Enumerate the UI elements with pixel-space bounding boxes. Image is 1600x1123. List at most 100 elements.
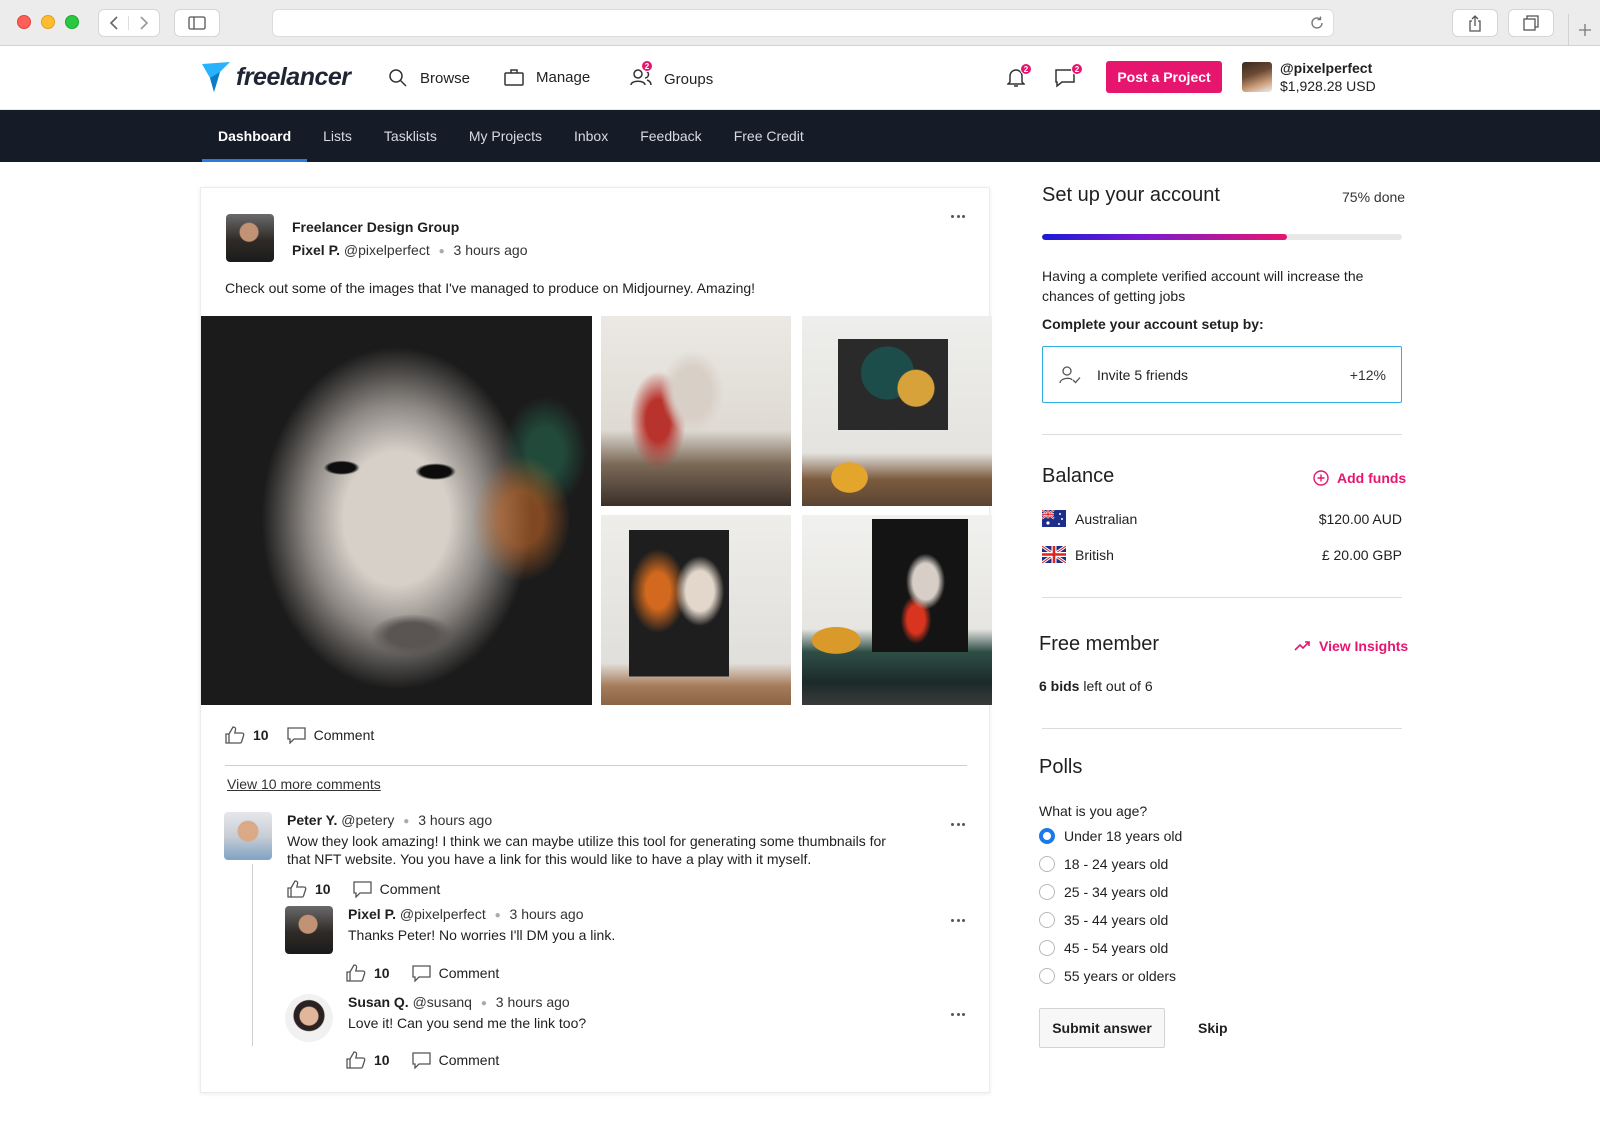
commenter-handle: @susanq [412, 994, 472, 1010]
address-bar[interactable] [272, 9, 1334, 37]
search-icon [389, 69, 407, 87]
commenter-name[interactable]: Peter Y. [287, 812, 337, 828]
comment-more-button[interactable] [947, 914, 969, 926]
radio[interactable] [1039, 968, 1055, 984]
post-meta: Freelancer Design Group Pixel P. @pixelp… [292, 214, 528, 262]
radio[interactable] [1039, 856, 1055, 872]
post-image-main[interactable] [201, 316, 592, 705]
commenter-name[interactable]: Susan Q. [348, 994, 409, 1010]
nav-groups[interactable]: 2 Groups [630, 60, 714, 90]
tab-dashboard[interactable]: Dashboard [202, 110, 308, 162]
maximize-window-button[interactable] [65, 15, 79, 29]
reload-button[interactable] [1309, 15, 1325, 36]
like-button[interactable]: 10 [346, 964, 390, 982]
comment-button[interactable]: Comment [352, 880, 440, 898]
messages-button[interactable]: 2 [1054, 63, 1083, 92]
post-project-button[interactable]: Post a Project [1106, 61, 1222, 93]
comment-button[interactable]: Comment [286, 726, 374, 744]
post-more-button[interactable] [947, 210, 969, 222]
comment-more-button[interactable] [947, 1008, 969, 1020]
membership-title: Free member [1039, 633, 1160, 655]
view-insights-link[interactable]: View Insights [1294, 638, 1408, 654]
comment-more-button[interactable] [947, 818, 969, 830]
tab-tasklists[interactable]: Tasklists [368, 110, 453, 162]
commenter-avatar[interactable] [224, 812, 272, 860]
nav-browse[interactable]: Browse [388, 68, 470, 88]
poll-option-label: 35 - 44 years old [1064, 912, 1169, 928]
view-more-comments-link[interactable]: View 10 more comments [227, 776, 381, 792]
add-funds-button[interactable]: Add funds [1313, 470, 1406, 486]
australia-flag-icon [1042, 510, 1066, 527]
poll-question: What is you age? [1039, 803, 1148, 819]
comment-body: Pixel P. @pixelperfect ● 3 hours ago Tha… [348, 906, 615, 954]
bell-icon-wrap: 2 [1006, 63, 1032, 92]
radio[interactable] [1039, 940, 1055, 956]
poll-option[interactable]: 55 years or olders [1039, 968, 1176, 984]
comment-button[interactable]: Comment [411, 964, 499, 982]
invite-friends-task[interactable]: Invite 5 friends +12% [1042, 346, 1402, 403]
setup-subtitle: Complete your account setup by: [1042, 316, 1264, 332]
skip-button[interactable]: Skip [1198, 1020, 1228, 1036]
poll-option-label: Under 18 years old [1064, 828, 1183, 844]
author-handle: @pixelperfect [343, 242, 430, 258]
tab-lists[interactable]: Lists [307, 110, 368, 162]
submit-answer-button[interactable]: Submit answer [1039, 1008, 1165, 1048]
poll-option[interactable]: Under 18 years old [1039, 828, 1182, 844]
briefcase-icon [504, 69, 524, 86]
tab-inbox[interactable]: Inbox [558, 110, 624, 162]
comment-time: 3 hours ago [509, 906, 584, 922]
like-button[interactable]: 10 [287, 880, 331, 898]
messages-badge: 2 [1071, 63, 1083, 75]
setup-progress-label: 75% done [1342, 189, 1406, 205]
back-button[interactable] [99, 16, 129, 30]
bird-logo-icon [202, 62, 230, 92]
post-image-5[interactable] [802, 515, 992, 705]
user-menu[interactable]: @pixelperfect $1,928.28 USD [1242, 60, 1376, 94]
nav-groups-label: Groups [664, 70, 714, 88]
tab-my-projects[interactable]: My Projects [453, 110, 558, 162]
new-tab-button[interactable] [1568, 14, 1600, 46]
commenter-avatar[interactable] [285, 906, 333, 954]
share-button[interactable] [1452, 9, 1498, 37]
comment-body: Susan Q. @susanq ● 3 hours ago Love it! … [348, 994, 586, 1042]
author-name[interactable]: Pixel P. [292, 242, 340, 258]
poll-option-label: 18 - 24 years old [1064, 856, 1169, 872]
poll-option[interactable]: 45 - 54 years old [1039, 940, 1168, 956]
poll-option[interactable]: 25 - 34 years old [1039, 884, 1168, 900]
post-image-3[interactable] [802, 316, 992, 506]
post-image-4[interactable] [601, 515, 791, 705]
comment-text: Wow they look amazing! I think we can ma… [287, 832, 886, 868]
avatar [1242, 62, 1272, 92]
commenter-name[interactable]: Pixel P. [348, 906, 396, 922]
forward-button[interactable] [129, 16, 159, 30]
tab-feedback[interactable]: Feedback [624, 110, 717, 162]
tab-free-credit[interactable]: Free Credit [718, 110, 820, 162]
group-name[interactable]: Freelancer Design Group [292, 219, 528, 235]
like-button[interactable]: 10 [346, 1051, 390, 1069]
post-image-2[interactable] [601, 316, 791, 506]
like-button[interactable]: 10 [225, 726, 269, 744]
user-check-icon [1059, 365, 1081, 383]
nav-manage[interactable]: Manage [504, 68, 590, 86]
thumbs-up-icon [287, 880, 307, 898]
post-byline: Pixel P. @pixelperfect ● 3 hours ago [292, 242, 528, 258]
author-avatar[interactable] [226, 214, 274, 262]
close-window-button[interactable] [17, 15, 31, 29]
poll-option-label: 45 - 54 years old [1064, 940, 1169, 956]
balance-row: British £ 20.00 GBP [1042, 546, 1402, 563]
poll-option[interactable]: 18 - 24 years old [1039, 856, 1168, 872]
poll-option[interactable]: 35 - 44 years old [1039, 912, 1168, 928]
tabs-overview-button[interactable] [1508, 9, 1554, 37]
separator-dot: ● [403, 815, 410, 827]
comment-button[interactable]: Comment [411, 1051, 499, 1069]
radio[interactable] [1039, 912, 1055, 928]
minimize-window-button[interactable] [41, 15, 55, 29]
freelancer-logo[interactable]: freelancer [200, 60, 351, 94]
comment-meta: Susan Q. @susanq ● 3 hours ago [348, 994, 586, 1010]
radio[interactable] [1039, 884, 1055, 900]
notifications-badge: 2 [1020, 63, 1032, 75]
sidebar-toggle-button[interactable] [174, 9, 220, 37]
notifications-button[interactable]: 2 [1006, 63, 1032, 92]
radio-selected[interactable] [1039, 828, 1055, 844]
commenter-avatar[interactable] [285, 994, 333, 1042]
